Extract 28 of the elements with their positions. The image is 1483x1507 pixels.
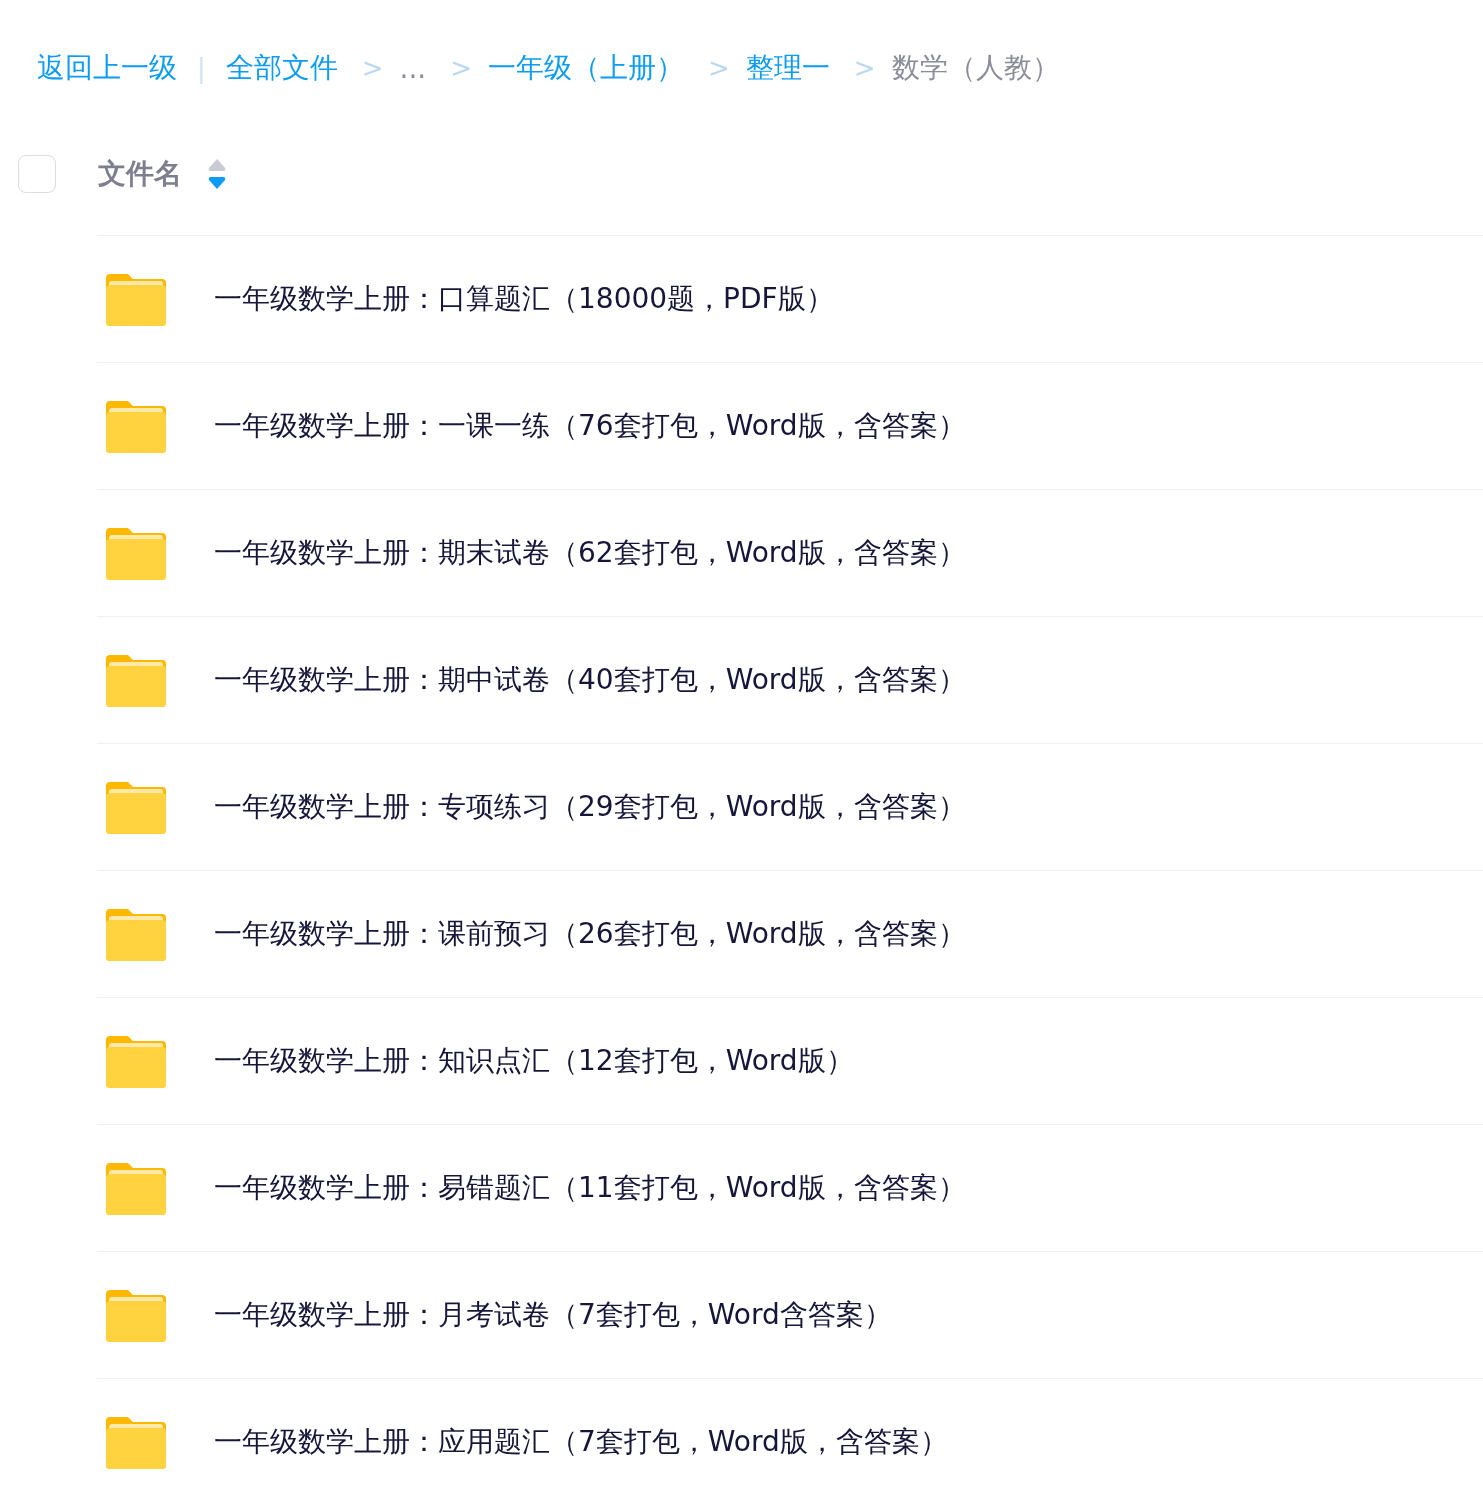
separator-mark: > xyxy=(708,53,730,83)
folder-icon xyxy=(106,907,166,961)
folder-icon xyxy=(106,653,166,707)
separator-mark: > xyxy=(450,53,473,83)
separator-mark: > xyxy=(853,53,876,83)
folder-icon xyxy=(106,1415,166,1469)
sort-icon[interactable] xyxy=(208,158,226,189)
file-name[interactable]: 一年级数学上册：易错题汇（11套打包，Word版，含答案） xyxy=(214,1169,966,1207)
file-name[interactable]: 一年级数学上册：专项练习（29套打包，Word版，含答案） xyxy=(214,788,966,826)
folder-icon xyxy=(106,1034,166,1088)
file-name[interactable]: 一年级数学上册：月考试卷（7套打包，Word含答案） xyxy=(214,1296,892,1334)
column-header: 文件名 xyxy=(98,155,182,192)
file-name[interactable]: 一年级数学上册：期中试卷（40套打包，Word版，含答案） xyxy=(214,661,966,699)
file-name[interactable]: 一年级数学上册：应用题汇（7套打包，Word版，含答案） xyxy=(214,1423,948,1461)
separator-mark: > xyxy=(361,53,384,83)
folder-icon xyxy=(106,526,166,580)
select-all-checkbox[interactable] xyxy=(18,154,56,193)
divider-mark: | xyxy=(197,53,206,83)
folder-icon xyxy=(106,399,166,453)
file-name[interactable]: 一年级数学上册：一课一练（76套打包，Word版，含答案） xyxy=(214,407,966,445)
folder-icon xyxy=(106,1161,166,1215)
folder-icon xyxy=(106,780,166,834)
folder-icon xyxy=(106,1288,166,1342)
file-name[interactable]: 一年级数学上册：课前预习（26套打包，Word版，含答案） xyxy=(214,915,966,953)
file-name[interactable]: 一年级数学上册：知识点汇（12套打包，Word版） xyxy=(214,1042,854,1080)
file-name[interactable]: 一年级数学上册：期末试卷（62套打包，Word版，含答案） xyxy=(214,534,966,572)
folder-icon xyxy=(106,272,166,326)
file-name[interactable]: 一年级数学上册：口算题汇（18000题，PDF版） xyxy=(214,280,834,318)
